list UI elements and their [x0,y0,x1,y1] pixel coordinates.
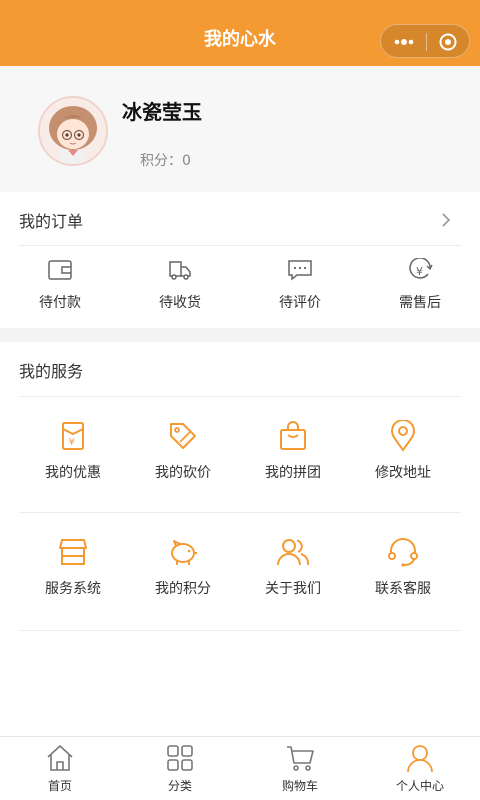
truck-icon [169,261,191,280]
svg-text:¥: ¥ [416,265,423,278]
points-label: 积分：0 [140,153,191,169]
tab-profile[interactable]: 个人中心 [360,743,480,794]
service-my-coupons[interactable]: ¥ 我的优惠 [18,420,128,482]
location-icon [390,420,416,452]
order-label: 需售后 [399,295,441,311]
users-icon [277,539,310,566]
order-label: 待收货 [159,295,201,311]
service-contact-support[interactable]: 联系客服 [348,536,458,598]
service-label: 我的砍价 [155,465,211,481]
service-label: 我的拼团 [265,465,321,481]
service-my-bargains[interactable]: 我的砍价 [128,420,238,482]
service-my-points[interactable]: 我的积分 [128,536,238,598]
section-gap [0,328,480,342]
tab-home[interactable]: 首页 [0,743,120,794]
service-label: 服务系统 [45,581,101,597]
mini-program-capsule [380,24,470,58]
orders-title[interactable]: 我的订单 [19,208,83,232]
refund-icon: ¥ [409,258,433,279]
nav-bar: 我的心水 [0,0,480,66]
chevron-right-icon[interactable] [440,212,452,228]
tab-label: 购物车 [281,779,318,793]
order-label: 待评价 [279,295,321,311]
headset-icon [388,538,418,567]
tab-cart[interactable]: 购物车 [240,743,360,794]
service-about-us[interactable]: 关于我们 [238,536,348,598]
service-edit-address[interactable]: 修改地址 [348,420,458,482]
order-item-pending-receipt[interactable]: 待收货 [140,258,220,312]
capsule-divider [426,33,427,51]
service-label: 我的积分 [155,581,211,597]
tab-label: 首页 [47,779,72,793]
order-item-pending-review[interactable]: 待评价 [260,258,340,312]
service-my-group-buy[interactable]: 我的拼团 [238,420,348,482]
order-label: 待付款 [39,295,81,311]
username: 冰瓷莹玉 [122,100,202,124]
divider [19,396,461,397]
tab-label: 分类 [167,779,192,793]
more-icon[interactable] [391,33,417,51]
svg-text:¥: ¥ [69,437,75,448]
bag-icon [280,421,306,450]
coupon-icon: ¥ [62,422,84,450]
divider [19,630,461,631]
app-screen: 我的心水 冰瓷莹玉 积分：0 我的订单 待付款 待收货 待评价 ¥ 需售后 我的… [0,0,480,800]
divider [19,245,461,246]
order-item-pending-payment[interactable]: 待付款 [20,258,100,312]
grid-icon [167,745,193,771]
comment-icon [288,260,312,281]
tag-icon [170,423,196,449]
avatar-image [40,98,106,164]
cart-icon [287,746,314,771]
piggy-bank-icon [171,540,197,565]
service-label: 联系客服 [375,581,431,597]
service-label: 修改地址 [375,465,431,481]
avatar[interactable] [38,96,108,166]
profile-card: 冰瓷莹玉 积分：0 [0,66,480,192]
tab-category[interactable]: 分类 [120,743,240,794]
order-item-after-sales[interactable]: ¥ 需售后 [380,258,460,312]
services-title: 我的服务 [19,362,84,381]
close-icon[interactable] [438,33,458,51]
person-icon [407,745,433,773]
wallet-icon [48,260,72,280]
service-label: 我的优惠 [45,465,101,481]
service-label: 关于我们 [265,581,321,597]
tab-label: 个人中心 [395,779,444,793]
home-icon [47,745,73,771]
store-icon [59,539,87,565]
service-system[interactable]: 服务系统 [18,536,128,598]
divider [19,512,461,513]
tab-bar: 首页 分类 购物车 个人中心 [0,736,480,800]
